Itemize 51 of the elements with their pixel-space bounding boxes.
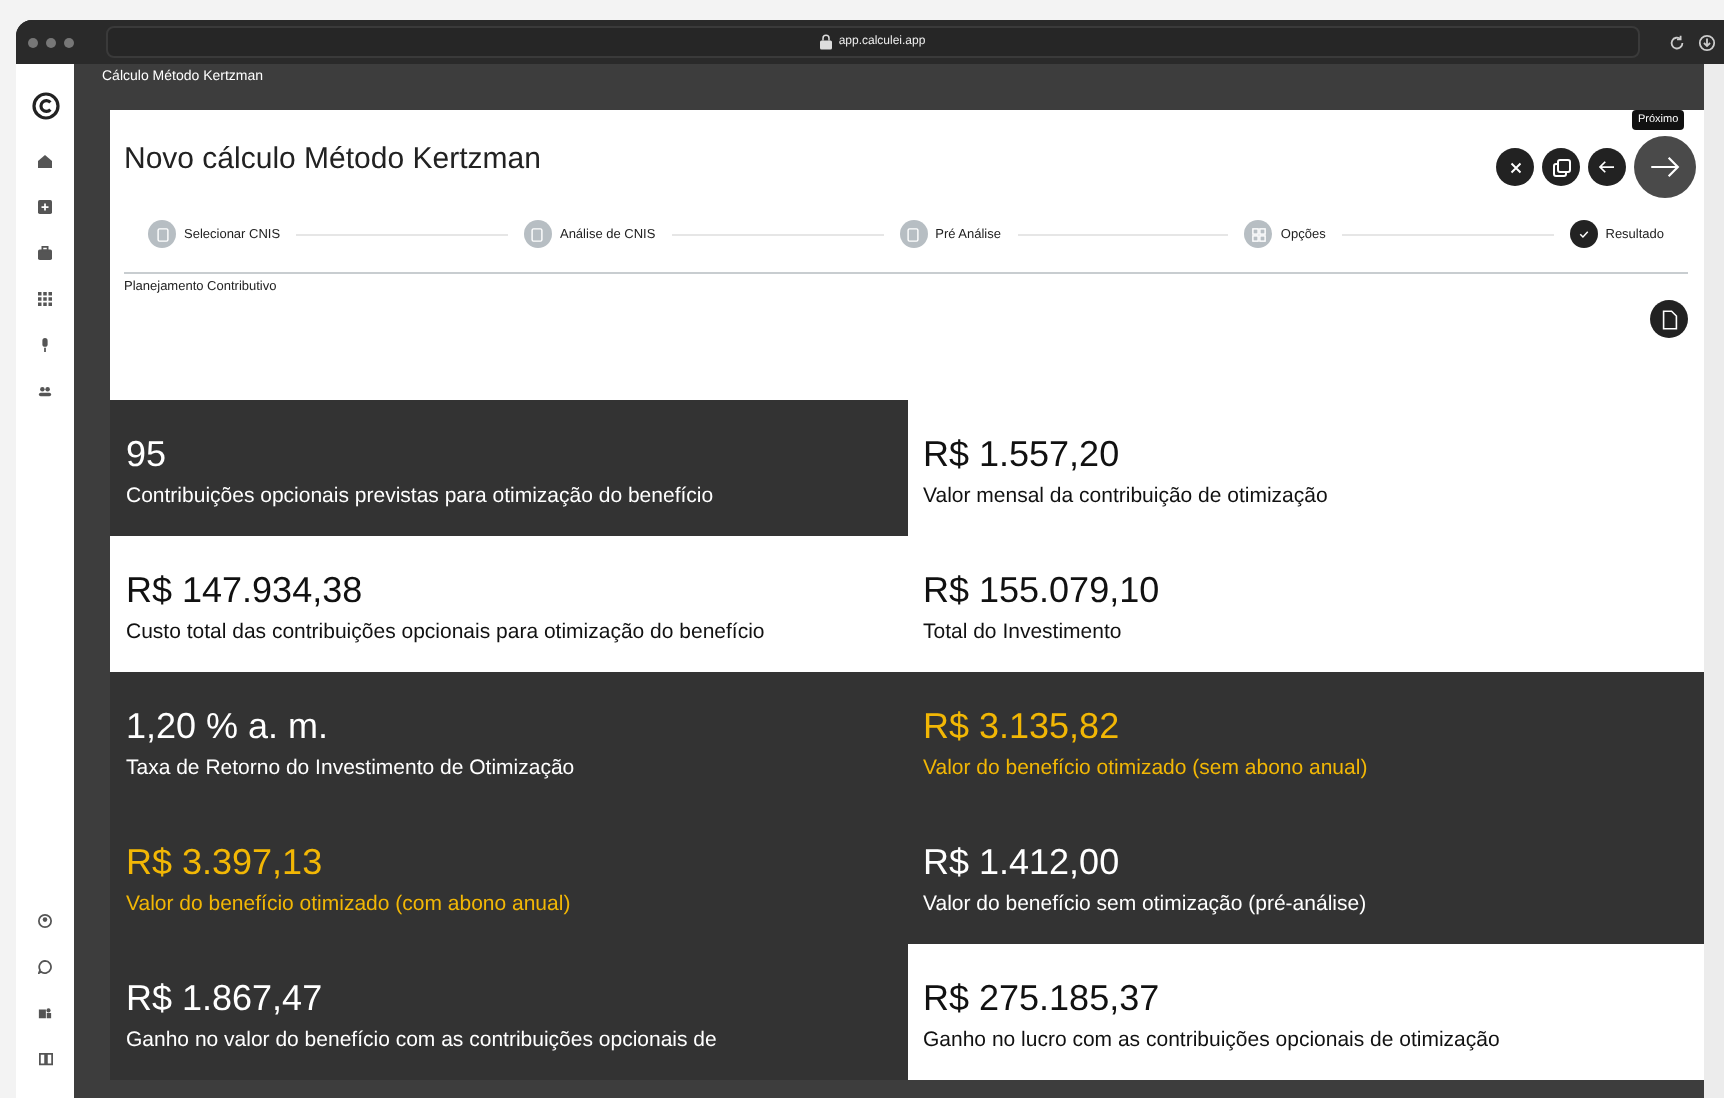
tile-label: Custo total das contribuições opcionais para otimização do benefício	[126, 619, 767, 644]
arrow-right-icon	[1650, 156, 1680, 178]
document-icon	[1661, 309, 1677, 329]
copy-icon	[1551, 157, 1571, 177]
tile-label: Ganho no lucro com as contribuições opcionais de otimização	[923, 1027, 1502, 1052]
tile-label: Valor mensal da contribuição de otimização	[923, 483, 1330, 508]
tile-label: Ganho no valor do benefício com as contribuições opcionais de	[126, 1027, 719, 1052]
tile-label: Taxa de Retorno do Investimento de Otimização	[126, 755, 577, 780]
briefcase-icon[interactable]	[38, 246, 52, 260]
back-button[interactable]	[1588, 148, 1626, 186]
book-icon[interactable]	[37, 1052, 53, 1066]
next-button[interactable]	[1634, 136, 1696, 198]
tile-value: R$ 3.397,13	[126, 842, 325, 884]
team-icon[interactable]	[37, 1006, 51, 1020]
tile-value: R$ 275.185,37	[923, 978, 1162, 1020]
tile-value: R$ 1.557,20	[923, 434, 1122, 476]
tile-label: Contribuições opcionais previstas para otimização do benefício	[126, 483, 716, 508]
close-button[interactable]	[1496, 148, 1534, 186]
tile-value: 95	[126, 434, 169, 476]
tile-label: Total do Investimento	[923, 619, 1124, 644]
grid-icon[interactable]	[38, 292, 52, 306]
step-icon	[148, 220, 176, 248]
close-icon	[1509, 161, 1521, 173]
tile-label: Valor do benefício otimizado (com abono anual)	[126, 891, 573, 916]
arrow-left-icon	[1598, 160, 1616, 174]
users-icon[interactable]	[38, 384, 52, 398]
tile-value: R$ 1.867,47	[126, 978, 325, 1020]
page-title: Novo cálculo Método Kertzman	[124, 142, 541, 176]
tile-value: 1,20 % a. m.	[126, 706, 331, 748]
tile-value: R$ 1.412,00	[923, 842, 1122, 884]
pdf-button[interactable]	[1650, 300, 1688, 338]
user-circle-icon[interactable]	[37, 914, 51, 928]
copy-button[interactable]	[1542, 148, 1580, 186]
scrollbar[interactable]	[1704, 64, 1724, 1098]
download-icon[interactable]	[1698, 33, 1716, 51]
tile-value: R$ 155.079,10	[923, 570, 1162, 612]
chat-icon[interactable]	[37, 960, 51, 974]
home-icon[interactable]	[38, 154, 52, 168]
tile-label: Valor do benefício sem otimização (pré-análise)	[923, 891, 1369, 916]
reload-icon[interactable]	[1668, 33, 1686, 51]
tile-value: R$ 3.135,82	[923, 706, 1122, 748]
microphone-icon[interactable]	[38, 338, 52, 352]
check-icon	[1569, 220, 1598, 248]
logo-icon[interactable]	[31, 92, 59, 120]
tile-label: Valor do benefício otimizado (sem abono anual)	[923, 755, 1370, 780]
step-icon	[1244, 220, 1273, 248]
step-icon	[899, 220, 928, 248]
step-icon	[523, 220, 552, 248]
tile-value: R$ 147.934,38	[126, 570, 365, 612]
lock-icon	[820, 34, 833, 50]
plus-square-icon[interactable]	[38, 200, 52, 214]
